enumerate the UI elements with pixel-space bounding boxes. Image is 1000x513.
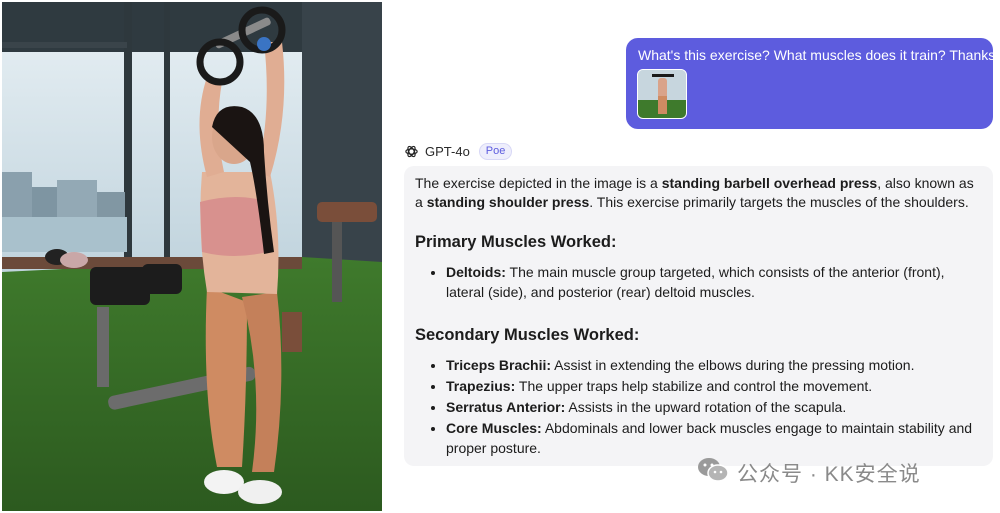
- list-item: Core Muscles: Abdominals and lower back …: [446, 418, 981, 458]
- wechat-icon: [697, 456, 729, 490]
- bot-answer-bubble: The exercise depicted in the image is a …: [404, 166, 993, 466]
- answer-intro: The exercise depicted in the image is a …: [415, 175, 974, 210]
- secondary-muscles-heading: Secondary Muscles Worked:: [415, 326, 640, 344]
- attached-image-thumbnail[interactable]: [637, 69, 687, 119]
- list-item: Deltoids: The main muscle group targeted…: [446, 262, 981, 302]
- bot-header: GPT-4o Poe: [404, 142, 513, 160]
- bot-name[interactable]: GPT-4o: [425, 144, 470, 159]
- watermark: 公众号 · KK安全说: [697, 455, 921, 491]
- secondary-muscles-list: Triceps Brachii: Assist in extending the…: [415, 355, 981, 458]
- openai-logo-icon[interactable]: [404, 144, 419, 159]
- exercise-photo: [2, 2, 382, 511]
- primary-muscles-heading: Primary Muscles Worked:: [415, 233, 617, 251]
- watermark-text: 公众号 · KK安全说: [737, 463, 921, 486]
- primary-muscles-list: Deltoids: The main muscle group targeted…: [415, 262, 981, 302]
- poe-badge: Poe: [478, 142, 513, 160]
- user-message-text: What's this exercise? What muscles does …: [638, 47, 996, 63]
- list-item: Triceps Brachii: Assist in extending the…: [446, 355, 981, 375]
- user-message-bubble: What's this exercise? What muscles does …: [626, 38, 996, 129]
- list-item: Serratus Anterior: Assists in the upward…: [446, 397, 981, 417]
- exercise-alias: standing shoulder press: [426, 194, 590, 210]
- exercise-name: standing barbell overhead press: [661, 175, 878, 191]
- list-item: Trapezius: The upper traps help stabiliz…: [446, 376, 981, 396]
